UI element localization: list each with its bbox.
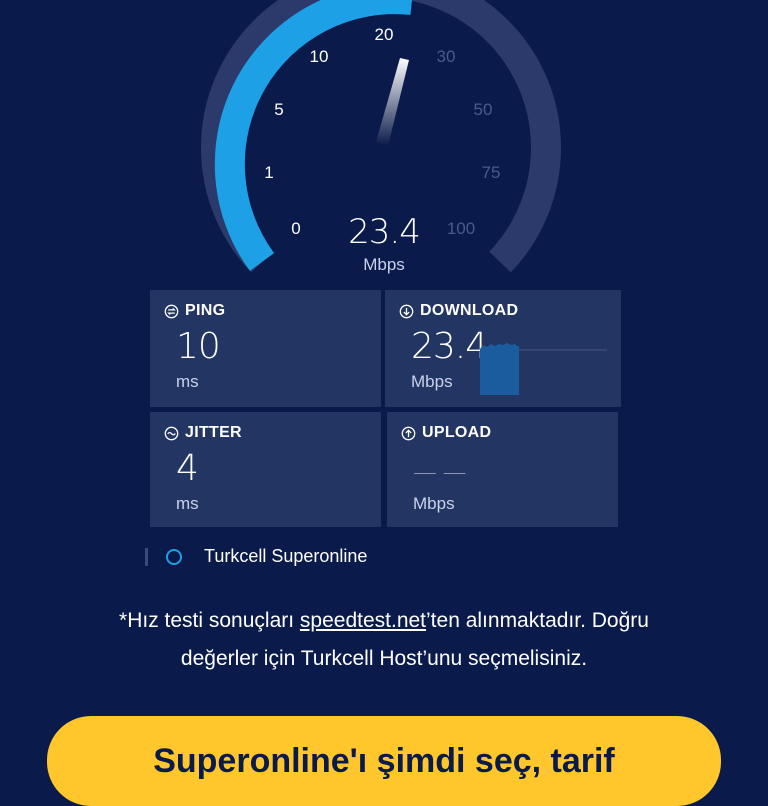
upload-label: UPLOAD	[422, 424, 492, 441]
gauge-needle	[376, 58, 409, 146]
ping-icon	[164, 304, 179, 318]
gauge-tick-label: 50	[474, 100, 493, 119]
upload-card: UPLOAD — — Mbps	[387, 412, 618, 527]
speedtest-link[interactable]: speedtest.net	[300, 609, 426, 632]
gauge-tick-label: 1	[264, 163, 273, 182]
jitter-wave-icon	[164, 426, 179, 440]
jitter-unit: ms	[176, 494, 199, 513]
ping-title: PING	[164, 302, 225, 320]
jitter-label: JITTER	[185, 424, 242, 441]
download-value: 23.4	[411, 326, 488, 367]
upload-unit: Mbps	[413, 494, 455, 513]
choose-superonline-button[interactable]: Superonline'ı şimdi seç, tarif	[47, 716, 721, 806]
speed-gauge: 0 1 5 10 20 30 50 75 100 23.4 Mbps	[201, 0, 561, 274]
provider-row[interactable]: Turkcell Superonline	[145, 546, 367, 567]
download-graph	[480, 343, 607, 395]
download-unit: Mbps	[411, 372, 453, 391]
disclaimer-suffix: ’ten alınmaktadır. Doğru	[426, 609, 649, 632]
ping-value: 10	[176, 326, 221, 367]
upload-arrow-icon	[401, 426, 416, 440]
gauge-tick-label: 30	[437, 47, 456, 66]
download-title: DOWNLOAD	[399, 302, 518, 320]
ping-unit: ms	[176, 372, 199, 391]
download-label: DOWNLOAD	[420, 302, 519, 319]
download-arrow-icon	[399, 304, 414, 318]
provider-divider	[145, 547, 148, 566]
provider-name: Turkcell Superonline	[204, 546, 368, 566]
jitter-title: JITTER	[164, 424, 242, 442]
upload-title: UPLOAD	[401, 424, 491, 442]
gauge-tick-label: 5	[274, 100, 283, 119]
download-card: DOWNLOAD 23.4 Mbps	[385, 290, 621, 407]
gauge-tick-label: 0	[291, 219, 300, 238]
disclaimer-note: *Hız testi sonuçları speedtest.net’ten a…	[0, 602, 768, 678]
disclaimer-line-1: *Hız testi sonuçları speedtest.net’ten a…	[0, 602, 768, 640]
download-graph-area	[480, 343, 519, 395]
disclaimer-line-2: değerler için Turkcell Host’unu seçmelis…	[180, 647, 588, 670]
gauge-tick-label: 75	[482, 163, 501, 182]
gauge-speed-unit: Mbps	[363, 255, 405, 274]
cta-label: Superonline'ı şimdi seç, tarif	[153, 742, 615, 780]
gauge-tick-label: 100	[447, 219, 475, 238]
ping-label: PING	[185, 302, 226, 319]
ping-card: PING 10 ms	[150, 290, 381, 407]
gauge-tick-label: 10	[310, 47, 329, 66]
gauge-tick-label: 20	[375, 25, 394, 44]
provider-radio-icon[interactable]	[166, 548, 182, 565]
jitter-value: 4	[176, 448, 199, 489]
gauge-speed-value: 23.4	[348, 212, 420, 252]
disclaimer-prefix: *Hız testi sonuçları	[119, 609, 300, 632]
upload-value: — —	[413, 458, 467, 486]
jitter-card: JITTER 4 ms	[150, 412, 381, 527]
